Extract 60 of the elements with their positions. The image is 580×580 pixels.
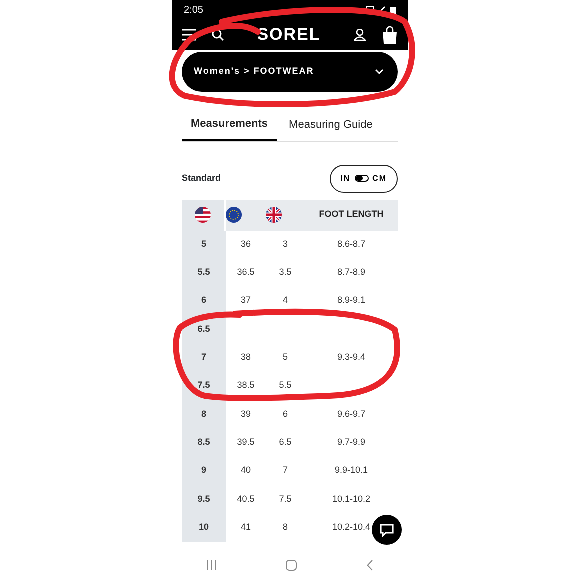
chat-button[interactable] [372, 515, 402, 545]
table-cell: 10.2-10.4 [332, 522, 371, 532]
table-cell: 39.5 [237, 436, 255, 447]
table-cell-text: 5.5 [198, 266, 210, 280]
table-cell-text: 9.5 [198, 492, 210, 506]
table-cell: 3.5 [279, 267, 292, 278]
tab[interactable]: Measuring Guide [287, 112, 375, 140]
recent-apps-icon[interactable] [206, 560, 217, 570]
table-cell: 36 [240, 238, 251, 249]
table-cell: 9.6-9.7 [337, 408, 366, 419]
table-cell: 38 [240, 352, 251, 362]
category-dropdown[interactable]: Women's > FOOTWEAR [182, 52, 398, 92]
size-standard-label: Standard [182, 172, 222, 185]
table-cell: 6 [282, 408, 288, 419]
table-cell: 9.3-9.4 [337, 352, 366, 362]
table-cell: 37 [240, 295, 251, 306]
status-time: 2:05 [184, 4, 204, 18]
eu-flag-icon [226, 207, 242, 223]
table-cell: 5.5 [279, 380, 292, 390]
shopping-bag-icon[interactable] [382, 26, 398, 44]
table-cell: 8.7-8.9 [337, 267, 366, 278]
chevron-down-icon [375, 69, 384, 75]
table-cell-text: 7.5 [198, 379, 210, 392]
table-cell: 6.5 [279, 436, 292, 447]
table-cell: 36.5 [237, 267, 255, 278]
table-cell-text: 8.5 [198, 436, 210, 449]
us-flag-icon [195, 207, 211, 223]
table-cell: 3 [282, 238, 288, 249]
table-cell: 40.5 [237, 494, 255, 504]
table-cell-text: 9 [201, 464, 206, 478]
table-cell: 38.5 [237, 380, 255, 390]
table-cell-text: 8 [201, 408, 206, 421]
search-icon[interactable] [212, 29, 224, 41]
table-cell: 40 [240, 465, 251, 476]
home-icon[interactable] [286, 560, 298, 570]
chat-icon [380, 524, 394, 536]
table-cell: 8.6-8.7 [337, 238, 366, 249]
column-header: FOOT LENGTH [319, 209, 384, 220]
table-cell-text: 10 [198, 520, 209, 534]
table-cell: 4 [282, 295, 288, 306]
back-icon[interactable] [367, 560, 374, 570]
table-cell: 41 [240, 522, 251, 532]
table-cell: 7.5 [279, 494, 292, 504]
table-cell: 8.9-9.1 [337, 295, 366, 306]
uk-flag-icon [266, 207, 282, 223]
table-cell: 5 [282, 352, 288, 362]
table-cell-text: 7 [201, 351, 206, 364]
table-cell: 9.9-10.1 [334, 465, 368, 476]
unit-toggle[interactable]: IN CM [330, 164, 398, 192]
table-cell: 10.1-10.2 [332, 494, 371, 504]
table-cell-text: 6.5 [198, 322, 210, 336]
tab[interactable]: Measurements [182, 112, 278, 140]
table-cell-text: 5 [201, 238, 206, 251]
table-cell: 39 [240, 408, 251, 419]
table-cell: 9.7-9.9 [337, 436, 366, 447]
menu-icon[interactable] [182, 29, 196, 41]
table-cell-text: 6 [201, 294, 206, 308]
table-cell: 7 [282, 465, 288, 476]
table-cell: 8 [282, 522, 288, 532]
account-icon[interactable] [354, 29, 366, 41]
